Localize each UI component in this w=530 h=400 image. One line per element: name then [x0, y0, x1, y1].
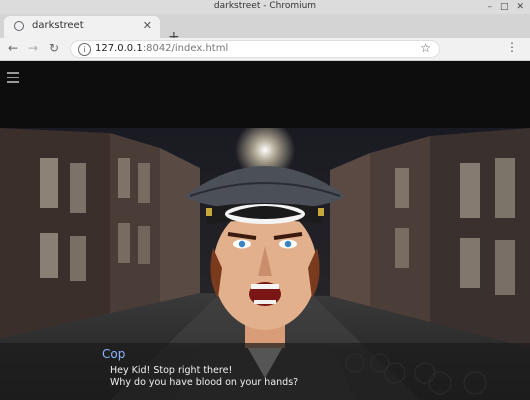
- tab-strip: darkstreet ✕ +: [0, 14, 530, 45]
- tab-close-icon[interactable]: ✕: [143, 19, 152, 32]
- dialog-box[interactable]: Cop Hey Kid! Stop right there! Why do yo…: [0, 343, 530, 400]
- dialog-line: Hey Kid! Stop right there!: [110, 365, 233, 376]
- tab-title: darkstreet: [32, 20, 84, 31]
- globe-icon: [14, 21, 24, 31]
- browser-toolbar: ← → ↻ i 127.0.0.1:8042/index.html ☆ ⋮: [0, 38, 530, 61]
- game-page: Cop Hey Kid! Stop right there! Why do yo…: [0, 61, 530, 400]
- browser-menu-icon[interactable]: ⋮: [506, 40, 518, 54]
- hamburger-menu-icon[interactable]: [7, 72, 19, 84]
- address-url[interactable]: 127.0.0.1:8042/index.html: [95, 43, 228, 54]
- url-path: :8042/index.html: [142, 43, 229, 54]
- window-title: darkstreet - Chromium: [213, 1, 317, 11]
- address-bar[interactable]: i 127.0.0.1:8042/index.html ☆: [70, 40, 440, 58]
- forward-button[interactable]: →: [28, 41, 38, 55]
- window-titlebar: darkstreet - Chromium – □ ✕: [0, 0, 530, 14]
- url-host: 127.0.0.1: [95, 43, 143, 54]
- tab-darkstreet[interactable]: darkstreet ✕: [4, 16, 160, 38]
- close-window-icon[interactable]: ✕: [516, 2, 524, 12]
- minimize-icon[interactable]: –: [487, 2, 492, 12]
- bookmark-star-icon[interactable]: ☆: [420, 41, 431, 55]
- reload-button[interactable]: ↻: [49, 41, 59, 55]
- maximize-icon[interactable]: □: [500, 2, 509, 12]
- back-button[interactable]: ←: [8, 41, 18, 55]
- site-info-icon[interactable]: i: [78, 43, 91, 56]
- dialog-line: Why do you have blood on your hands?: [110, 377, 299, 388]
- window-controls: – □ ✕: [487, 2, 524, 12]
- speaker-name: Cop: [102, 347, 126, 361]
